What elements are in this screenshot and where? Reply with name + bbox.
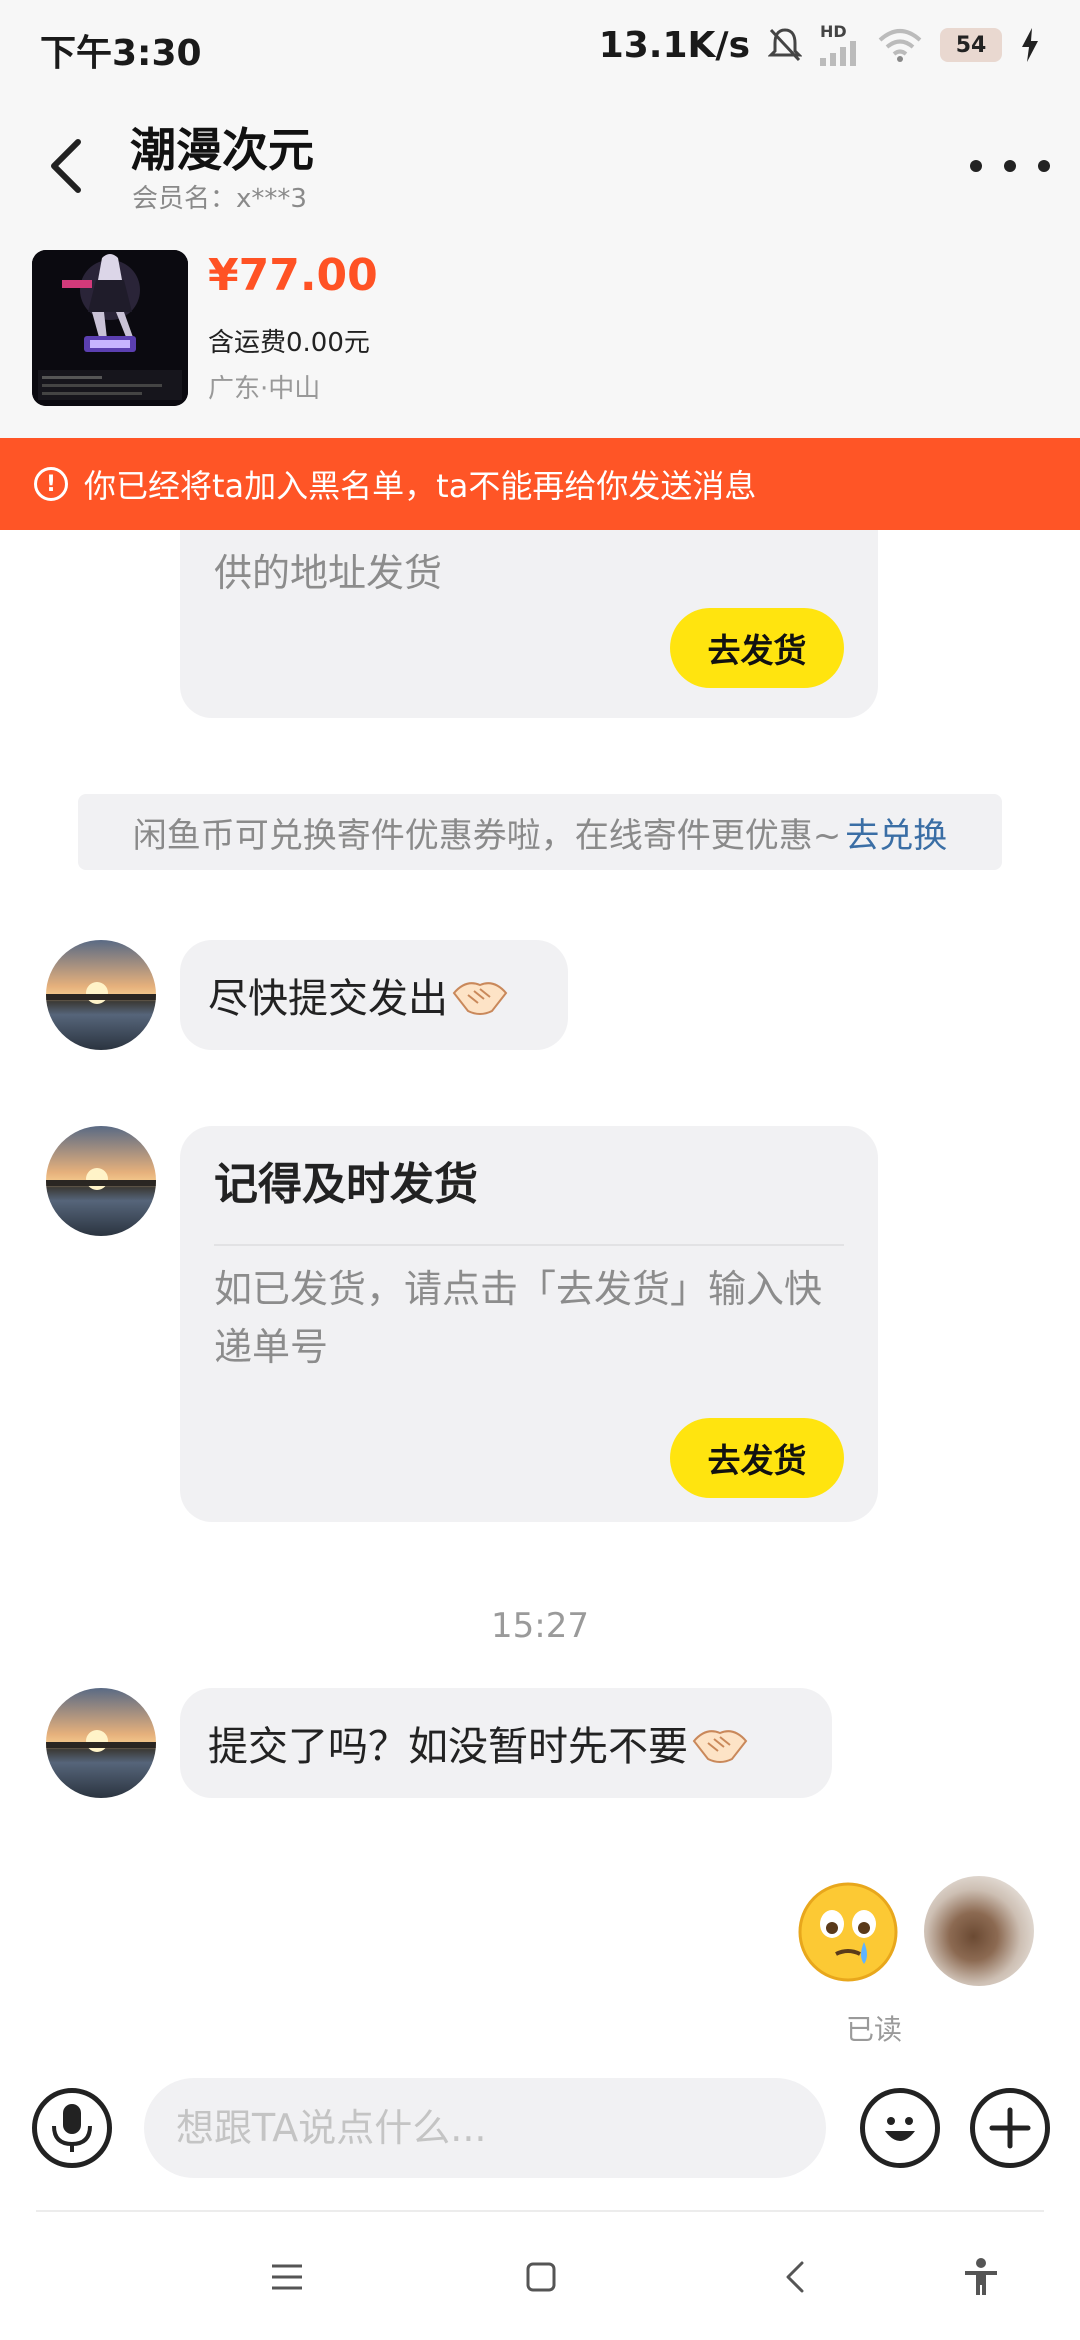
blacklist-banner: ! 你已经将ta加入黑名单，ta不能再给你发送消息 [0,438,1080,530]
shop-name[interactable]: 潮漫次元 [130,114,314,180]
product-figure-image [32,250,188,406]
redeem-link[interactable]: 去兑换 [845,808,947,857]
handshake-icon [452,982,508,1015]
hd-label: HD [820,22,847,41]
ship-reminder-card: 记得及时发货 如已发货，请点击「去发货」输入快递单号 去发货 [180,1126,878,1522]
input-bar [0,2060,1080,2210]
coin-notice: 闲鱼币可兑换寄件优惠券啦，在线寄件更优惠~ 去兑换 [78,794,1002,870]
read-status: 已读 [846,2013,903,2046]
battery-level: 54 [940,28,1002,62]
seller-avatar[interactable] [46,1688,156,1798]
status-time: 下午3:30 [40,33,202,74]
member-name-line: 会员名：x***3 [132,178,307,215]
plus-icon [989,2107,1031,2149]
message-text: 提交了吗？如没暂时先不要 [208,1724,688,1770]
accessibility-person-icon [965,2258,997,2295]
network-speed: 13.1K/s [598,24,750,66]
chat-messages[interactable]: 供的地址发货 去发货 闲鱼币可兑换寄件优惠券啦，在线寄件更优惠~ 去兑换 尽快提… [0,530,1080,2060]
voice-button[interactable] [32,2088,112,2168]
message-timestamp: 15:27 [491,1606,589,1646]
product-shipping: 含运费0.00元 [208,328,370,358]
product-thumbnail[interactable] [32,250,188,406]
card-title: 记得及时发货 [214,1159,478,1210]
charging-icon [1020,28,1040,62]
message-input[interactable] [144,2078,826,2178]
ship-button[interactable]: 去发货 [670,608,844,688]
member-value: x***3 [236,184,307,214]
back-arrow-icon [51,139,81,193]
wifi-icon [878,28,922,62]
recent-apps-button[interactable] [252,2242,322,2312]
teary-face-emoji-icon [798,1882,898,1982]
menu-lines-icon [272,2264,302,2290]
smiley-face-icon [885,2117,915,2141]
status-bar: 下午3:30 13.1K/s HD 54 [0,0,1080,96]
seller-avatar[interactable] [46,940,156,1050]
notice-text: 闲鱼币可兑换寄件优惠券啦，在线寄件更优惠~ [132,815,842,856]
message-bubble: 尽快提交发出 [180,940,568,1050]
card-body-text: 供的地址发货 [214,551,443,595]
message-bubble: 提交了吗？如没暂时先不要 [180,1688,832,1798]
ship-button[interactable]: 去发货 [670,1418,844,1498]
product-location: 广东·中山 [208,374,321,404]
back-button[interactable] [36,126,96,206]
chevron-left-icon [786,2261,804,2293]
accessibility-button[interactable] [946,2242,1016,2312]
message-text: 尽快提交发出 [208,976,448,1022]
my-avatar[interactable] [924,1876,1034,1986]
system-back-button[interactable] [760,2242,830,2312]
square-home-icon [526,2262,556,2292]
signal-icon: HD [820,24,860,66]
handshake-icon [692,1730,748,1763]
card-divider [214,1244,844,1246]
ship-reminder-card-partial: 供的地址发货 去发货 [180,530,878,718]
member-label: 会员名： [132,184,237,214]
seller-avatar[interactable] [46,1126,156,1236]
mute-bell-icon [768,27,802,63]
system-nav-bar [0,2212,1080,2340]
warning-icon: ! [34,467,68,501]
add-button[interactable] [970,2088,1050,2168]
blacklist-text: 你已经将ta加入黑名单，ta不能再给你发送消息 [84,467,757,505]
card-body-text: 如已发货，请点击「去发货」输入快递单号 [214,1267,823,1369]
chat-header: 潮漫次元 会员名：x***3 [0,96,1080,246]
home-button[interactable] [506,2242,576,2312]
status-indicators: 13.1K/s HD 54 [599,24,1040,66]
microphone-icon [52,2104,92,2152]
more-options-button[interactable] [970,136,1050,196]
emoji-button[interactable] [860,2088,940,2168]
product-price: ¥77.00 [208,250,378,301]
product-card[interactable]: ¥77.00 含运费0.00元 广东·中山 [0,246,1080,438]
